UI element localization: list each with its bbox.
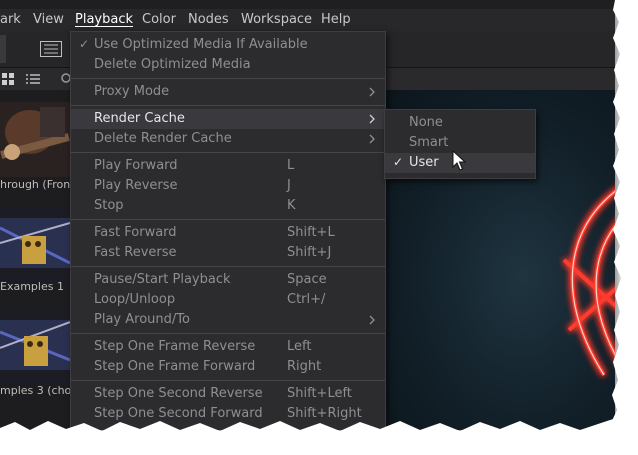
menu-help[interactable]: Help: [321, 12, 351, 27]
menu-item-label: Step One Frame Reverse: [94, 339, 256, 354]
menu-item-label: Pause/Start Playback: [94, 272, 231, 287]
chevron-right-icon: [369, 87, 375, 97]
list-view-icon[interactable]: [40, 41, 62, 57]
app-window: ark View Playback Color Nodes Workspace …: [0, 0, 615, 430]
menu-workspace[interactable]: Workspace: [241, 12, 312, 27]
menu-item-pause-start-playback[interactable]: Pause/Start Playback Space: [71, 270, 385, 290]
menu-separator: [71, 266, 385, 267]
menu-item-label: Step One Frame Forward: [94, 359, 256, 374]
menu-item-step-one-frame-reverse[interactable]: Step One Frame Reverse Left: [71, 337, 385, 357]
menu-item-render-cache[interactable]: Render Cache: [71, 109, 385, 129]
clip-label-2: Examples 1: [0, 280, 64, 293]
menu-separator: [71, 219, 385, 220]
menu-item-label: Play Reverse: [94, 178, 178, 193]
torn-edge-bottom: [0, 412, 638, 455]
menu-item-label: Loop/Unloop: [94, 292, 176, 307]
menu-item-fast-reverse[interactable]: Fast Reverse Shift+J: [71, 243, 385, 263]
menu-item-label: Play Around/To: [94, 312, 190, 327]
toolbar-handle: [0, 35, 6, 63]
menu-item-step-one-second-reverse[interactable]: Step One Second Reverse Shift+Left: [71, 384, 385, 404]
media-pool: hrough (Fron Examples 1 mples 3 (chor: [0, 90, 76, 430]
submenu-item-none[interactable]: None: [385, 113, 535, 133]
clip-thumbnail-3[interactable]: [0, 310, 70, 385]
playback-dropdown-menu: ✓ Use Optimized Media If Available Delet…: [70, 31, 386, 430]
checkmark-icon: ✓: [79, 37, 90, 51]
menubar: ark View Playback Color Nodes Workspace …: [0, 9, 615, 31]
menu-separator: [71, 333, 385, 334]
clip-thumbnail-2[interactable]: [0, 208, 70, 283]
menu-item-stop[interactable]: Stop K: [71, 196, 385, 216]
menu-separator: [71, 380, 385, 381]
grid-view-icon[interactable]: [2, 73, 14, 85]
clip-label-3: mples 3 (chor: [0, 384, 76, 397]
submenu-item-label: None: [409, 115, 443, 130]
menu-item-label: Use Optimized Media If Available: [94, 37, 308, 52]
search-icon[interactable]: [60, 72, 70, 86]
mouse-cursor-icon: [452, 150, 466, 171]
menu-item-fast-forward[interactable]: Fast Forward Shift+L: [71, 223, 385, 243]
submenu-item-label: Smart: [409, 135, 449, 150]
clip-thumbnail-1[interactable]: [0, 102, 70, 177]
chevron-right-icon: [369, 315, 375, 325]
menu-item-shortcut: Space: [287, 272, 327, 287]
menu-item-label: Proxy Mode: [94, 84, 170, 99]
list-icon[interactable]: [26, 73, 40, 85]
menu-item-label: Delete Render Cache: [94, 131, 232, 146]
checkmark-icon: ✓: [393, 155, 404, 169]
menu-separator: [71, 78, 385, 79]
menu-item-delete-optimized-media[interactable]: Delete Optimized Media: [71, 55, 385, 75]
menu-item-shortcut: Shift+Left: [287, 386, 352, 401]
menu-item-shortcut: L: [287, 158, 295, 173]
chevron-right-icon: [369, 114, 375, 124]
menu-item-delete-render-cache[interactable]: Delete Render Cache: [71, 129, 385, 149]
menu-item-label: Fast Forward: [94, 225, 177, 240]
menu-item-shortcut: Ctrl+/: [287, 292, 326, 307]
menu-item-play-reverse[interactable]: Play Reverse J: [71, 176, 385, 196]
menu-item-play-forward[interactable]: Play Forward L: [71, 156, 385, 176]
menu-item-shortcut: K: [287, 198, 296, 213]
menu-separator: [71, 105, 385, 106]
chevron-right-icon: [369, 134, 375, 144]
clip-label-1: hrough (Fron: [0, 178, 71, 191]
menu-item-label: Fast Reverse: [94, 245, 177, 260]
menu-item-label: Play Forward: [94, 158, 178, 173]
submenu-item-label: User: [409, 155, 439, 170]
menu-mark[interactable]: ark: [0, 12, 21, 27]
menu-item-shortcut: Left: [287, 339, 312, 354]
menu-item-label: Step One Second Reverse: [94, 386, 263, 401]
menu-item-label: Stop: [94, 198, 124, 213]
menu-view[interactable]: View: [33, 12, 64, 27]
menu-nodes[interactable]: Nodes: [188, 12, 229, 27]
menu-item-shortcut: Right: [287, 359, 322, 374]
menu-item-play-around-to[interactable]: Play Around/To: [71, 310, 385, 330]
menu-item-shortcut: Shift+L: [287, 225, 335, 240]
menu-color[interactable]: Color: [142, 12, 176, 27]
menu-separator: [71, 152, 385, 153]
menu-item-loop-unloop[interactable]: Loop/Unloop Ctrl+/: [71, 290, 385, 310]
menu-item-use-optimized-media[interactable]: ✓ Use Optimized Media If Available: [71, 35, 385, 55]
menu-item-label: Render Cache: [94, 111, 185, 126]
menu-playback[interactable]: Playback: [75, 12, 133, 27]
menu-item-shortcut: Shift+J: [287, 245, 332, 260]
menu-item-step-one-frame-forward[interactable]: Step One Frame Forward Right: [71, 357, 385, 377]
menu-item-shortcut: J: [287, 178, 291, 193]
menu-item-label: Delete Optimized Media: [94, 57, 251, 72]
torn-edge-right: [596, 0, 638, 455]
menu-item-proxy-mode[interactable]: Proxy Mode: [71, 82, 385, 102]
